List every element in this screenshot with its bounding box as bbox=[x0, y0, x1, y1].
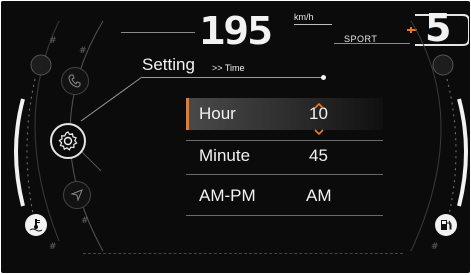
svg-text:#: # bbox=[49, 242, 57, 252]
phone-icon[interactable] bbox=[61, 67, 89, 95]
selected-row-accent bbox=[186, 98, 189, 130]
row-value-minute[interactable]: 45 bbox=[309, 146, 328, 166]
svg-text:#: # bbox=[81, 216, 89, 226]
value-up-arrow-icon[interactable] bbox=[314, 96, 324, 114]
speed-readout: 195 bbox=[199, 9, 273, 53]
fuel-pump-icon bbox=[435, 214, 457, 236]
settings-icon[interactable] bbox=[50, 123, 86, 159]
title-underline-dot bbox=[321, 75, 326, 80]
svg-text:#: # bbox=[49, 36, 57, 46]
value-down-arrow-icon[interactable] bbox=[314, 122, 324, 140]
row-value-am-pm[interactable]: AM bbox=[306, 186, 332, 206]
menu-title: Setting bbox=[142, 55, 195, 74]
row-label-hour[interactable]: Hour bbox=[199, 104, 236, 124]
row-separator bbox=[186, 174, 383, 175]
row-separator bbox=[186, 215, 383, 216]
row-label-am-pm[interactable]: AM-PM bbox=[199, 186, 256, 206]
coolant-temperature-icon bbox=[25, 214, 47, 236]
row-label-minute[interactable]: Minute bbox=[199, 146, 250, 166]
bottom-divider bbox=[83, 253, 403, 255]
speed-unit-underline bbox=[294, 24, 332, 25]
svg-text:#: # bbox=[431, 242, 439, 252]
breadcrumb: >> Time bbox=[212, 63, 245, 73]
title-underline bbox=[142, 77, 324, 78]
row-separator bbox=[186, 140, 383, 141]
dashboard-screen: 195 km/h SPORT 5 # # # # # Setting >> Ti… bbox=[1, 1, 470, 273]
navigation-icon[interactable] bbox=[63, 181, 91, 209]
svg-text:#: # bbox=[79, 46, 87, 56]
speed-unit: km/h bbox=[294, 12, 314, 22]
